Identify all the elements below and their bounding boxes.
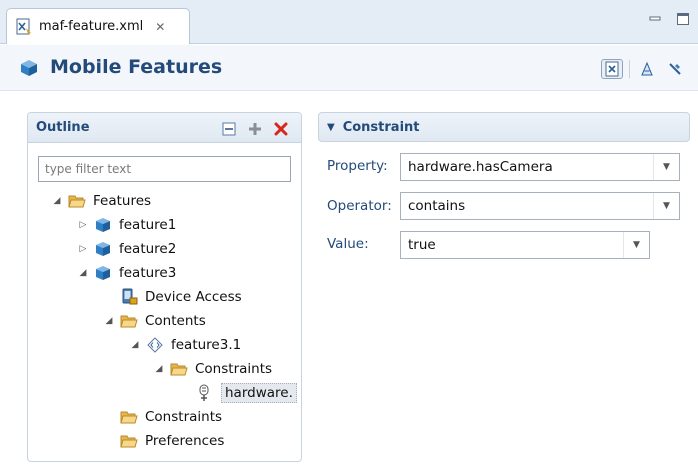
device-access-icon (120, 288, 138, 306)
expanded-arrow-icon[interactable]: ◢ (152, 362, 166, 376)
value-combo[interactable]: true ▼ (400, 231, 650, 259)
editor-header: Mobile Features (0, 45, 698, 91)
add-icon[interactable] (247, 121, 263, 137)
collapsed-arrow-icon[interactable]: ▷ (76, 218, 90, 232)
maximize-icon[interactable] (676, 12, 690, 26)
value-value: true (408, 237, 436, 253)
tree-node-label: Constraints (145, 409, 223, 425)
constraint-section: ▼ Constraint (318, 112, 690, 142)
tree-node-device-access[interactable]: Device Access (102, 286, 242, 308)
expanded-arrow-icon[interactable]: ◢ (50, 194, 64, 208)
tree-node-label: hardware. (221, 383, 297, 403)
page-title: Mobile Features (50, 56, 223, 78)
folder-open-icon (68, 192, 86, 210)
delete-icon[interactable] (273, 121, 289, 137)
property-label: Property: (327, 158, 388, 174)
operator-label: Operator: (327, 198, 392, 214)
folder-open-icon (120, 408, 138, 426)
tree-node-constraints-nested[interactable]: ◢ Constraints (152, 358, 273, 380)
design-view-icon (641, 61, 653, 76)
content-xml-icon (146, 336, 164, 354)
expanded-arrow-icon[interactable]: ◢ (76, 266, 90, 280)
filter-view-button[interactable] (664, 59, 686, 79)
operator-row: Operator: (327, 198, 397, 214)
tree-node-label: Constraints (195, 361, 273, 377)
window-controls (648, 12, 690, 26)
tree-node-label: feature2 (119, 241, 177, 257)
mobile-features-icon (21, 60, 37, 76)
feature-cube-icon (94, 240, 112, 258)
property-row: Property: (327, 158, 397, 174)
editor-tab[interactable]: maf-feature.xml ✕ (6, 8, 190, 44)
tree-node-feature3-1[interactable]: ◢ feature3.1 (128, 334, 242, 356)
tree-node-label: Features (93, 193, 152, 209)
xml-file-icon (16, 18, 31, 34)
outline-toolbar (221, 121, 289, 137)
filter-input[interactable] (38, 156, 291, 182)
dropdown-arrow-icon[interactable]: ▼ (623, 232, 649, 258)
tree-node-preferences[interactable]: Preferences (102, 430, 224, 452)
expanded-arrow-icon[interactable]: ◢ (102, 314, 116, 328)
value-label: Value: (327, 236, 369, 252)
property-combo[interactable]: hardware.hasCamera ▼ (400, 153, 680, 181)
tools-icon (669, 63, 681, 75)
tree-node-label: feature1 (119, 217, 177, 233)
constraint-header[interactable]: ▼ Constraint (318, 112, 690, 142)
property-value: hardware.hasCamera (408, 159, 553, 175)
dropdown-arrow-icon[interactable]: ▼ (653, 154, 679, 180)
constraint-title: Constraint (342, 119, 420, 135)
feature-cube-icon (94, 264, 112, 282)
constraint-icon (196, 384, 214, 402)
dropdown-arrow-icon[interactable]: ▼ (653, 193, 679, 219)
expanded-arrow-icon[interactable]: ◢ (128, 338, 142, 352)
tree-node-feature2[interactable]: ▷ feature2 (76, 238, 177, 260)
tree-node-feature1[interactable]: ▷ feature1 (76, 214, 177, 236)
text-view-button[interactable] (636, 59, 658, 79)
xml-source-icon (605, 61, 619, 77)
header-actions (601, 59, 686, 79)
tree-node-hardware-constraint[interactable]: hardware. (178, 382, 297, 404)
tree-node-constraints[interactable]: Constraints (102, 406, 222, 428)
value-row: Value: (327, 236, 397, 252)
folder-open-icon (120, 432, 138, 450)
operator-combo[interactable]: contains ▼ (400, 192, 680, 220)
tree-node-feature3[interactable]: ◢ feature3 (76, 262, 177, 284)
toolbar-separator (629, 60, 630, 78)
collapse-all-icon[interactable] (221, 121, 237, 137)
tree-node-label: Contents (145, 313, 206, 329)
outline-title: Outline (36, 120, 90, 135)
tab-label: maf-feature.xml (39, 19, 144, 34)
folder-open-icon (120, 312, 138, 330)
tree-node-label: feature3 (119, 265, 177, 281)
tree-node-features[interactable]: ◢ Features (50, 190, 152, 212)
operator-value: contains (408, 198, 466, 214)
tree-node-label: feature3.1 (171, 337, 242, 353)
close-tab-icon[interactable]: ✕ (155, 20, 165, 34)
collapsed-arrow-icon[interactable]: ▷ (76, 242, 90, 256)
source-view-button[interactable] (601, 59, 623, 79)
folder-open-icon (170, 360, 188, 378)
section-collapse-icon[interactable]: ▼ (327, 122, 335, 133)
tree-node-label: Preferences (145, 433, 225, 449)
tree-node-label: Device Access (145, 289, 242, 305)
editor-tab-bar: maf-feature.xml ✕ (0, 0, 698, 44)
tree-node-contents[interactable]: ◢ Contents (102, 310, 206, 332)
minimize-icon[interactable] (648, 12, 662, 26)
outline-panel: Outline ◢ Features ▷ feature1 ▷ (27, 112, 302, 462)
feature-cube-icon (94, 216, 112, 234)
